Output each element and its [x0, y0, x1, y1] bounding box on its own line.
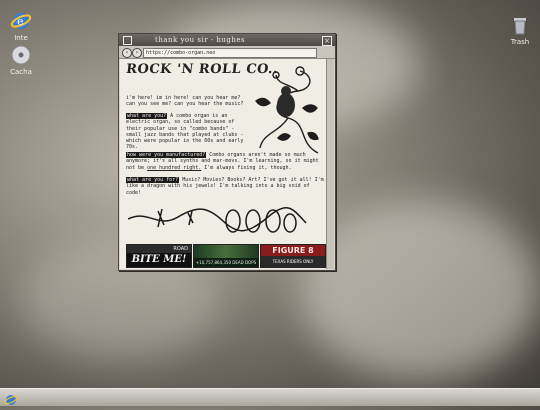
- trash-icon: [509, 14, 531, 36]
- browser-window: thank you sir - hughes × ‹ › https://com…: [118, 33, 336, 271]
- body-what: A combo organ is an electric organ, so c…: [126, 113, 244, 151]
- heading-for: what are you for?: [126, 177, 180, 183]
- banner-dead-dops[interactable]: +10,757,864,350 DEAD DOPS: [193, 244, 259, 268]
- desktop-icon-label: Inte: [14, 34, 28, 42]
- body-how-end: I'm always fixing it, though.: [201, 164, 292, 171]
- banner-figure-8[interactable]: FIGURE 8 TEXAS RIDERS ONLY: [260, 244, 326, 268]
- internet-explorer-icon: e: [10, 10, 32, 32]
- cd-icon: [10, 44, 32, 66]
- heading-what: what are you?: [126, 113, 168, 119]
- window-titlebar[interactable]: thank you sir - hughes ×: [119, 34, 335, 46]
- section-for: what are you for? Music? Movies? Books? …: [126, 177, 324, 196]
- heading-how: how were you manufactured?: [126, 152, 207, 158]
- banner-text: +10,757,864,350 DEAD DOPS: [194, 258, 258, 267]
- start-button[interactable]: [4, 391, 18, 405]
- banner-text: BITE ME!: [127, 253, 191, 267]
- window-title: thank you sir - hughes: [155, 36, 246, 44]
- banner-bite-me[interactable]: ROAD BITE ME!: [126, 244, 192, 268]
- banner-sub: ROAD: [127, 245, 191, 253]
- taskbar: [0, 388, 540, 406]
- desktop-icon-cd[interactable]: Cacha: [3, 44, 39, 76]
- forward-button[interactable]: ›: [132, 48, 142, 58]
- svg-text:e: e: [17, 15, 24, 28]
- desktop-icon-label: Cacha: [10, 68, 32, 76]
- window-menu-icon[interactable]: [123, 36, 132, 45]
- link-one-hundred-right[interactable]: one hundred right.: [147, 165, 201, 171]
- intro-text: i'm here! im in here! can you hear me? c…: [126, 95, 244, 108]
- banner-graphic: [194, 245, 258, 258]
- vine-illustration: [255, 66, 319, 154]
- vertical-scrollbar[interactable]: [326, 59, 334, 269]
- desktop-icon-trash[interactable]: Trash: [502, 14, 538, 46]
- barbed-wire-divider: [128, 206, 307, 233]
- address-bar: ‹ › https://combo-organ.neo: [119, 46, 335, 59]
- desktop-icon-label: Trash: [510, 38, 530, 46]
- section-how: how were you manufactured? Combo organs …: [126, 152, 324, 171]
- close-button[interactable]: ×: [322, 36, 332, 46]
- back-button[interactable]: ‹: [122, 48, 132, 58]
- page-content: ROCK 'N ROLL CO.. i'm here! im in here! …: [120, 59, 326, 269]
- desktop-icon-ie[interactable]: e Inte: [3, 10, 39, 42]
- banner-sub: TEXAS RIDERS ONLY: [261, 256, 325, 267]
- section-what: what are you? A combo organ is an electr…: [126, 113, 250, 151]
- url-field[interactable]: https://combo-organ.neo: [143, 48, 317, 58]
- internet-explorer-icon: [4, 395, 18, 405]
- banner-text: FIGURE 8: [261, 245, 325, 256]
